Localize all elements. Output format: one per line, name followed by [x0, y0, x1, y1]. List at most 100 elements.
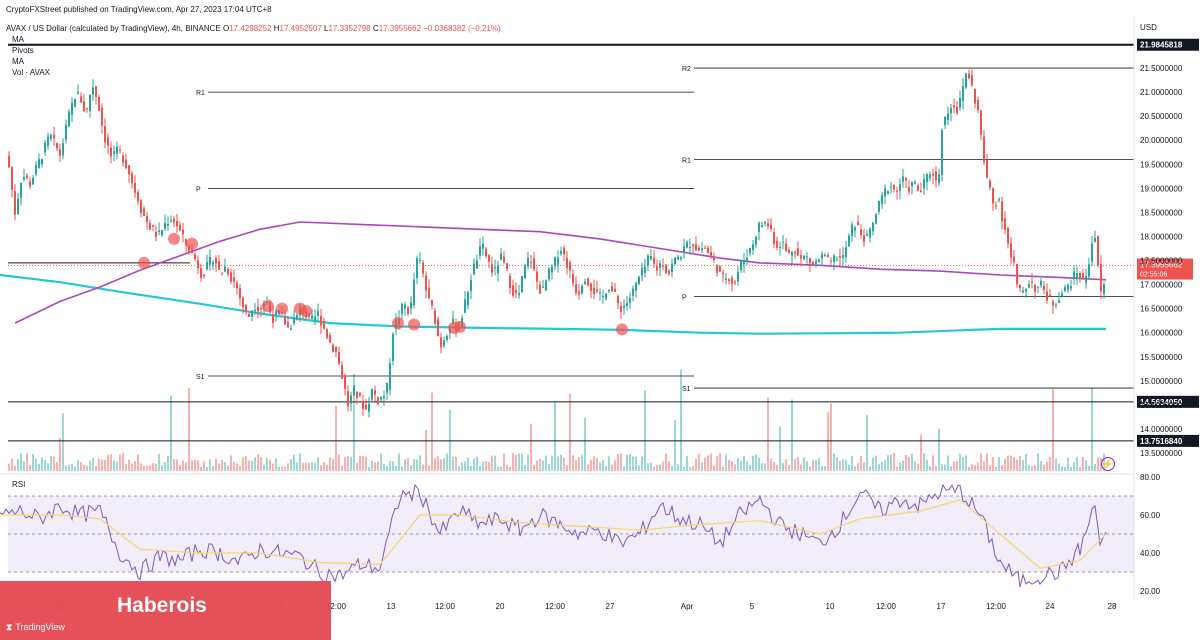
volume-bar — [125, 464, 127, 471]
candle-body — [635, 282, 637, 291]
candle-body — [341, 365, 343, 379]
volume-bar — [389, 460, 391, 471]
volume-bar — [248, 460, 250, 471]
chart-canvas[interactable]: 80.00 60.00 40.00 20.00 R1 P S1 R2 R1 P S1 21.984… — [0, 0, 1200, 640]
tradingview-logo[interactable]: ⧗ TradingView — [6, 622, 65, 633]
candle-body — [569, 262, 571, 271]
volume-bar — [419, 455, 421, 471]
candle-body — [902, 176, 904, 182]
ohlc-low: 17.3352798 — [328, 24, 371, 33]
candle-body — [332, 344, 334, 352]
time-tick: Apr — [681, 602, 694, 611]
ohlc-open: 17.4298252 — [229, 24, 272, 33]
candle-body — [854, 227, 856, 231]
volume-bar — [128, 459, 130, 471]
volume-bar — [230, 455, 232, 471]
volume-bar — [1037, 453, 1039, 471]
lightning-icon[interactable]: ⚡ — [1101, 457, 1115, 471]
volume-bar — [185, 462, 187, 471]
volume-bar — [182, 460, 184, 471]
candle-body — [821, 254, 823, 259]
volume-bar — [1055, 458, 1057, 471]
candle-body — [107, 137, 109, 146]
candle-body — [413, 279, 415, 306]
candle-body — [620, 305, 622, 313]
candle-body — [506, 263, 508, 270]
candle-body — [704, 247, 706, 249]
candle-body — [866, 233, 868, 236]
candle-body — [257, 306, 259, 312]
volume-bar — [338, 454, 340, 471]
candle-body — [254, 309, 256, 312]
indicator-ma-1[interactable]: MA — [12, 35, 24, 44]
indicator-pivots[interactable]: Pivots — [12, 46, 34, 55]
pivot-label: S1 — [682, 386, 691, 393]
time-tick: 28 — [1108, 602, 1117, 611]
candle-body — [488, 255, 490, 262]
candle-body — [806, 256, 808, 258]
volume-bar — [950, 466, 952, 471]
rsi-label[interactable]: RSI — [12, 480, 25, 489]
candle-body — [1007, 227, 1009, 244]
candle-body — [995, 205, 997, 207]
volume-bar — [1031, 466, 1033, 471]
candle-body — [1010, 243, 1012, 258]
volume-bar — [605, 466, 607, 471]
candle-body — [1004, 218, 1006, 230]
pivot-label: R1 — [196, 90, 205, 97]
candle-body — [563, 247, 565, 255]
volume-bar — [1088, 466, 1090, 471]
volume-bar — [890, 454, 892, 471]
volume-bar — [65, 465, 67, 471]
volume-bar — [713, 465, 715, 471]
volume-bar — [77, 460, 79, 471]
candle-body — [365, 404, 367, 410]
candle-body — [74, 98, 76, 107]
volume-bar — [581, 455, 583, 471]
volume-bar — [344, 457, 346, 471]
volume-bar — [884, 460, 886, 471]
candle-body — [314, 316, 316, 321]
candle-body — [524, 265, 526, 279]
candle-body — [1097, 236, 1099, 265]
candle-body — [722, 272, 724, 275]
candle-body — [167, 224, 169, 226]
volume-bar — [206, 466, 208, 471]
volume-bar — [110, 454, 112, 471]
indicator-ma-2[interactable]: MA — [12, 57, 24, 66]
candle-body — [248, 314, 250, 317]
indicator-volume[interactable]: Vol · AVAX — [12, 68, 50, 77]
volume-bar — [734, 464, 736, 471]
volume-bar — [479, 466, 481, 471]
candle-body — [833, 255, 835, 262]
candle-body — [521, 276, 523, 293]
volume-bar — [107, 454, 109, 471]
volume-bar — [473, 458, 475, 471]
volume-bar — [29, 464, 31, 471]
candle-body — [95, 86, 97, 97]
candle-body — [476, 260, 478, 269]
volume-bar — [176, 459, 178, 471]
candle-body — [752, 244, 754, 251]
candle-body — [968, 73, 970, 79]
volume-bar — [866, 415, 868, 471]
volume-bar — [518, 453, 520, 471]
volume-bar — [56, 461, 58, 471]
volume-bar — [437, 456, 439, 471]
price-tick: 18.0000000 — [1140, 232, 1183, 241]
candle-body — [581, 285, 583, 294]
volume-bar — [953, 461, 955, 471]
volume-bar — [485, 461, 487, 471]
volume-bar — [194, 459, 196, 471]
volume-bar — [611, 464, 613, 471]
candle-body — [410, 302, 412, 309]
candle-body — [860, 229, 862, 235]
candle-body — [653, 257, 655, 265]
volume-bar — [1007, 455, 1009, 471]
candle-body — [557, 257, 559, 265]
candle-body — [767, 223, 769, 227]
candle-body — [125, 159, 127, 168]
candle-body — [800, 255, 802, 259]
volume-bar — [566, 465, 568, 471]
candle-body — [536, 271, 538, 282]
